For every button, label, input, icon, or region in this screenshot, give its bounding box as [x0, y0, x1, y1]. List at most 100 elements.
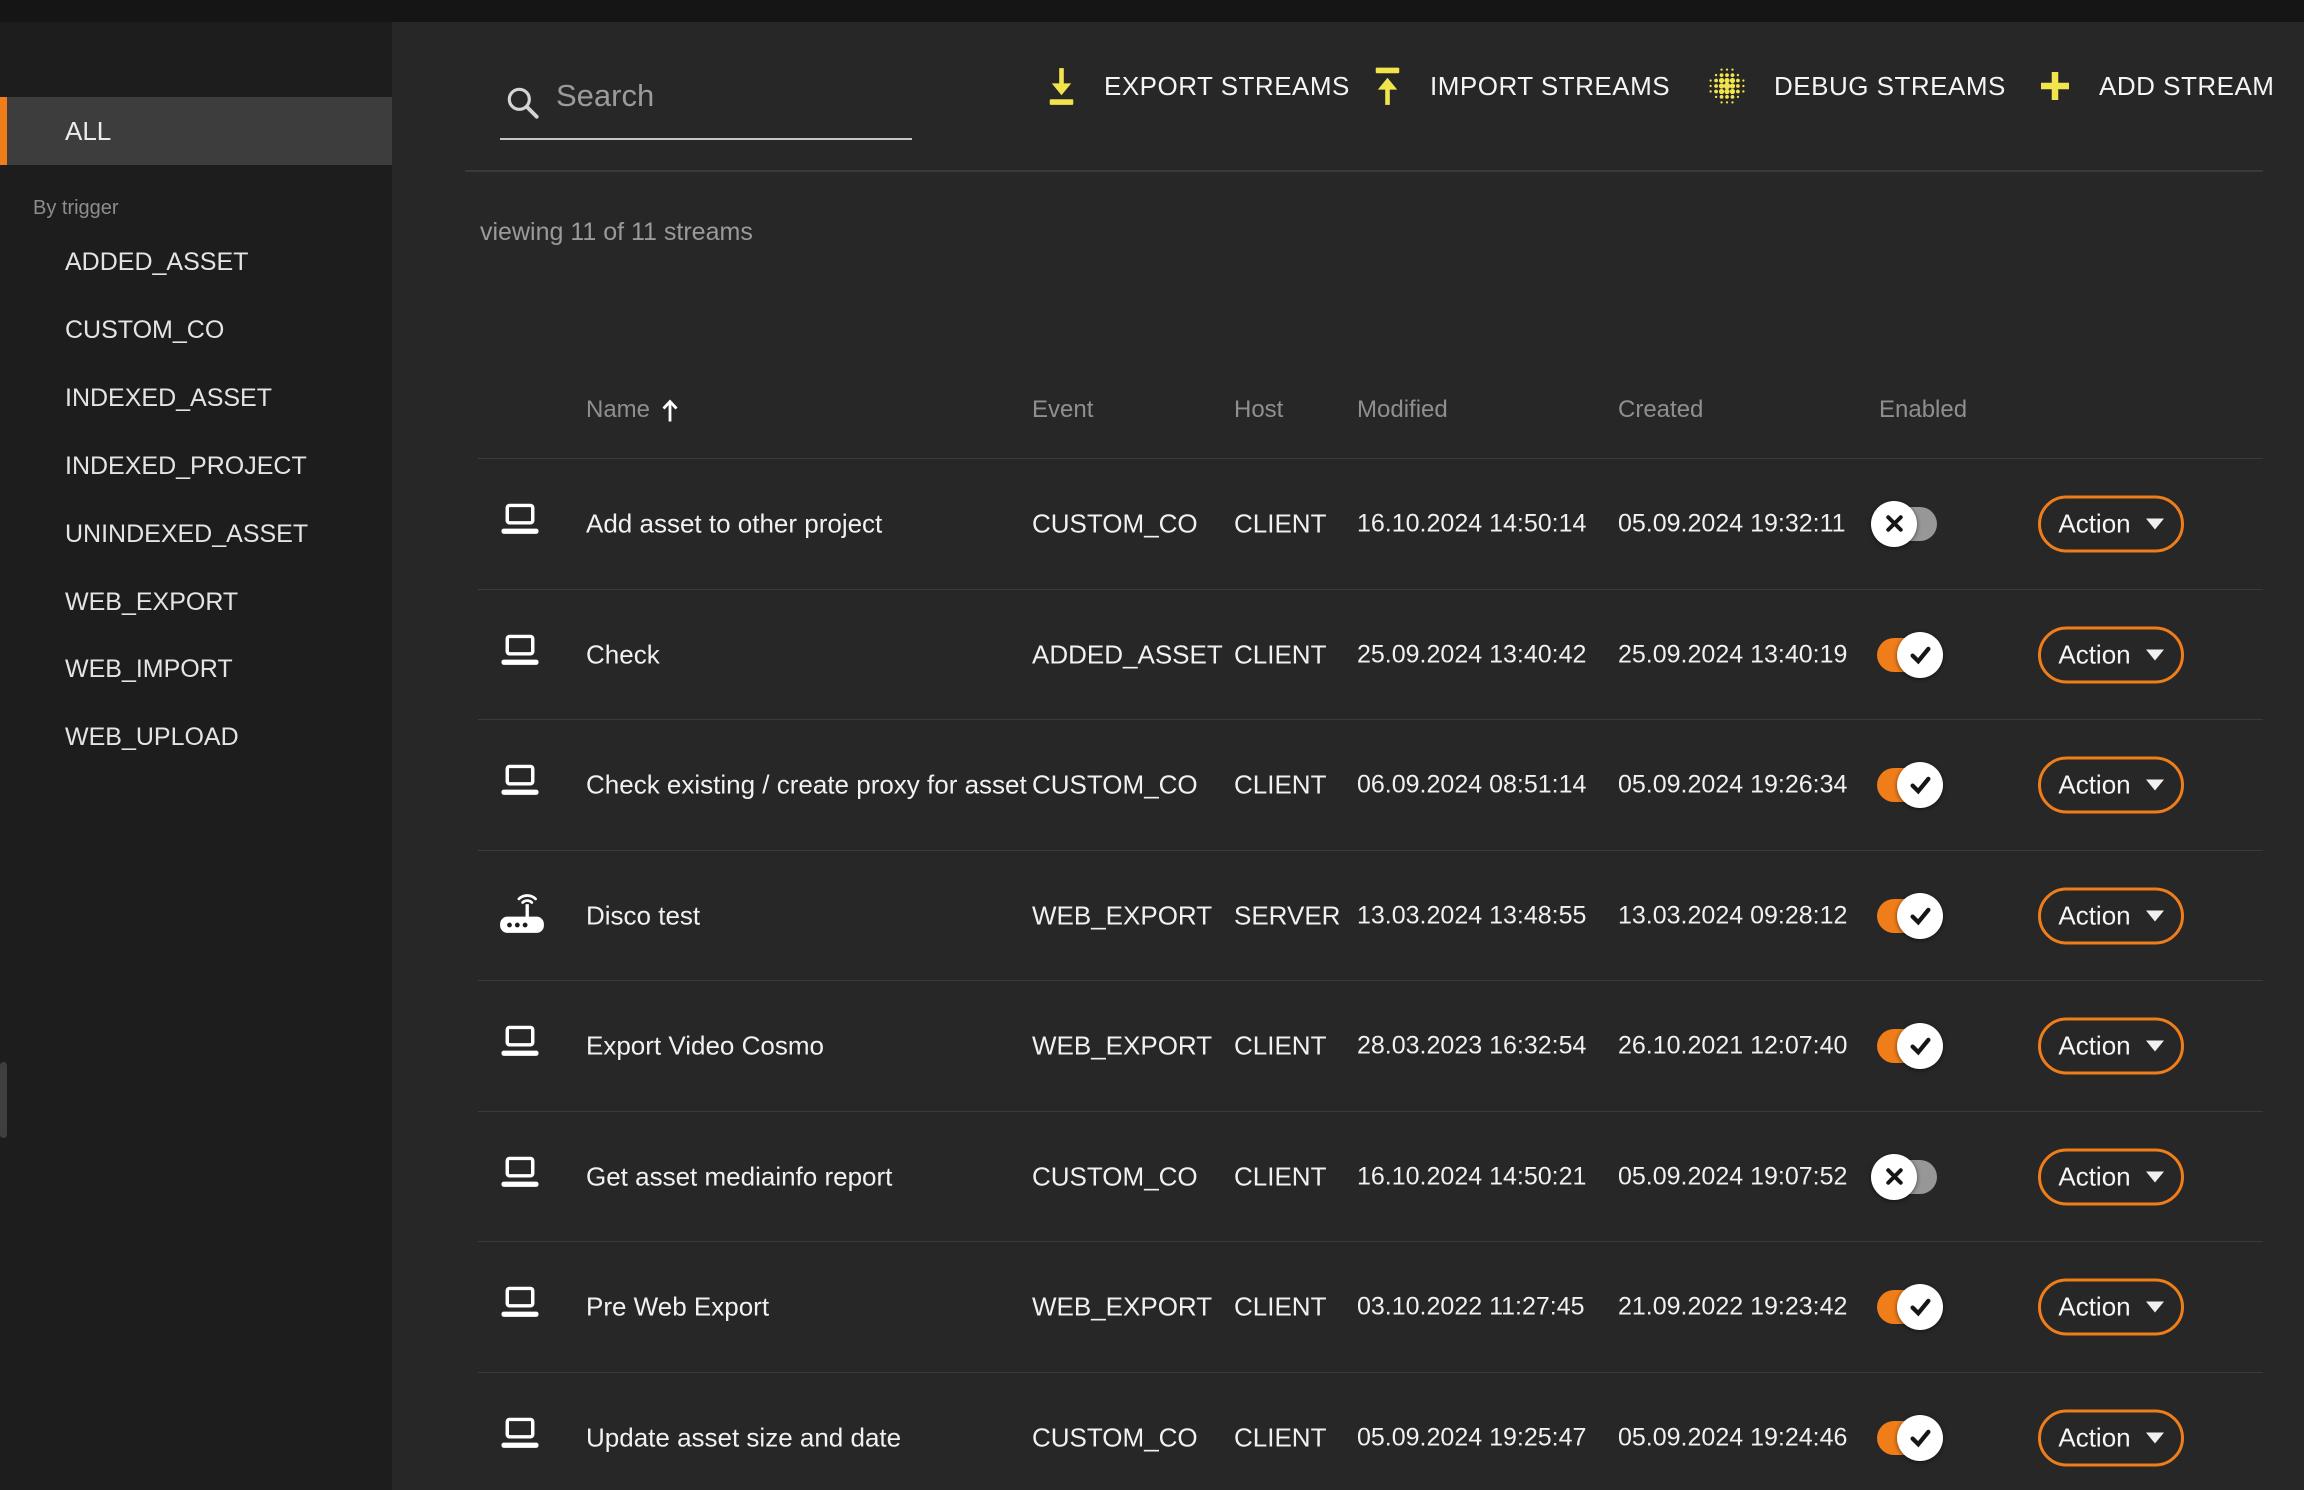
caret-down-icon	[2146, 1432, 2164, 1443]
enabled-toggle[interactable]	[1877, 507, 1937, 541]
upload-icon	[1371, 64, 1404, 109]
stream-name: Get asset mediainfo report	[586, 1161, 892, 1192]
action-button-label: Action	[2058, 769, 2130, 800]
action-button-label: Action	[2058, 1422, 2130, 1453]
action-button-label: Action	[2058, 1161, 2130, 1192]
sidebar-item-web_export[interactable]: WEB_EXPORT	[65, 585, 238, 619]
action-button-label: Action	[2058, 1291, 2130, 1322]
enabled-toggle[interactable]	[1877, 1421, 1937, 1455]
action-button[interactable]: Action	[2038, 1278, 2184, 1335]
table-row: Add asset to other projectCUSTOM_COCLIEN…	[392, 458, 2304, 589]
stream-name: Check	[586, 639, 660, 670]
enabled-cell	[1877, 1421, 1937, 1455]
sidebar-item-indexed_asset[interactable]: INDEXED_ASSET	[65, 381, 272, 415]
sidebar-item-web_import[interactable]: WEB_IMPORT	[65, 652, 233, 686]
stream-host: CLIENT	[1234, 508, 1326, 539]
sidebar-scrollbar-thumb[interactable]	[0, 1062, 7, 1138]
action-button[interactable]: Action	[2038, 1409, 2184, 1466]
enabled-toggle[interactable]	[1877, 1160, 1937, 1194]
enabled-toggle[interactable]	[1877, 1290, 1937, 1324]
stream-created: 05.09.2024 19:32:11	[1618, 509, 1846, 538]
column-header-enabled[interactable]: Enabled	[1879, 388, 1967, 432]
stream-event: CUSTOM_CO	[1032, 508, 1198, 539]
check-icon	[1897, 762, 1943, 808]
action-button[interactable]: Action	[2038, 495, 2184, 552]
debug-streams-button[interactable]: DEBUG STREAMS	[1706, 64, 2006, 108]
column-header-host[interactable]: Host	[1234, 388, 1283, 432]
main-content: EXPORT STREAMS IMPORT STREAMS DEBUG STREA…	[392, 22, 2304, 1490]
action-cell: Action	[2038, 887, 2184, 944]
add-stream-button[interactable]: ADD STREAM	[2037, 64, 2274, 108]
table-row: Pre Web ExportWEB_EXPORTCLIENT03.10.2022…	[392, 1241, 2304, 1372]
sidebar-item-added_asset[interactable]: ADDED_ASSET	[65, 245, 248, 279]
stream-host: CLIENT	[1234, 769, 1326, 800]
column-header-modified[interactable]: Modified	[1357, 388, 1448, 432]
enabled-cell	[1877, 899, 1937, 933]
action-button-label: Action	[2058, 639, 2130, 670]
row-divider	[478, 1111, 2263, 1112]
export-streams-button[interactable]: EXPORT STREAMS	[1045, 64, 1350, 108]
caret-down-icon	[2146, 518, 2164, 529]
enabled-cell	[1877, 1160, 1937, 1194]
plus-icon	[2037, 68, 2073, 104]
stream-event: ADDED_ASSET	[1032, 639, 1223, 670]
check-icon	[1897, 1023, 1943, 1069]
stream-event: WEB_EXPORT	[1032, 900, 1212, 931]
action-button[interactable]: Action	[2038, 756, 2184, 813]
action-button[interactable]: Action	[2038, 1017, 2184, 1074]
stream-event: WEB_EXPORT	[1032, 1291, 1212, 1322]
column-header-created[interactable]: Created	[1618, 388, 1703, 432]
laptop-icon	[498, 1415, 542, 1459]
action-cell: Action	[2038, 1409, 2184, 1466]
row-divider	[478, 1372, 2263, 1373]
sidebar-item-unindexed_asset[interactable]: UNINDEXED_ASSET	[65, 517, 308, 551]
check-icon	[1897, 1415, 1943, 1461]
stream-modified: 16.10.2024 14:50:21	[1357, 1162, 1586, 1191]
action-button-label: Action	[2058, 900, 2130, 931]
stream-event: WEB_EXPORT	[1032, 1030, 1212, 1061]
stream-host: CLIENT	[1234, 639, 1326, 670]
toolbar-button-label: EXPORT STREAMS	[1104, 71, 1350, 102]
sidebar-item-all[interactable]: ALL	[0, 97, 392, 165]
sidebar-item-web_upload[interactable]: WEB_UPLOAD	[65, 720, 239, 754]
stream-modified: 03.10.2022 11:27:45	[1357, 1292, 1585, 1321]
stream-event: CUSTOM_CO	[1032, 1161, 1198, 1192]
stream-name: Pre Web Export	[586, 1291, 769, 1322]
enabled-toggle[interactable]	[1877, 638, 1937, 672]
column-header-event[interactable]: Event	[1032, 388, 1093, 432]
enabled-cell	[1877, 507, 1937, 541]
table-row: Get asset mediainfo report CUSTOM_CO CLIEN…	[392, 1111, 2304, 1242]
sidebar-item-custom_co[interactable]: CUSTOM_CO	[65, 313, 224, 347]
sidebar-item-indexed_project[interactable]: INDEXED_PROJECT	[65, 449, 307, 483]
stream-name: Export Video Cosmo	[586, 1030, 824, 1061]
stream-created: 21.09.2022 19:23:42	[1618, 1292, 1847, 1321]
stream-host: CLIENT	[1234, 1161, 1326, 1192]
action-button[interactable]: Action	[2038, 1148, 2184, 1205]
sidebar-item-all-label: ALL	[65, 116, 111, 147]
import-streams-button[interactable]: IMPORT STREAMS	[1371, 64, 1670, 108]
action-button[interactable]: Action	[2038, 887, 2184, 944]
column-header-name[interactable]: Name	[586, 388, 680, 432]
stream-event: CUSTOM_CO	[1032, 1422, 1198, 1453]
enabled-toggle[interactable]	[1877, 768, 1937, 802]
action-cell: Action	[2038, 1278, 2184, 1335]
enabled-toggle[interactable]	[1877, 1029, 1937, 1063]
toolbar-divider	[465, 170, 2263, 172]
row-divider	[478, 980, 2263, 981]
search-input[interactable]	[500, 60, 912, 140]
table-row: Check existing / create proxy for assetC…	[392, 719, 2304, 850]
action-cell: Action	[2038, 626, 2184, 683]
toolbar-button-label: ADD STREAM	[2099, 71, 2274, 102]
action-cell: Action	[2038, 1017, 2184, 1074]
caret-down-icon	[2146, 1301, 2164, 1312]
row-divider	[478, 1241, 2263, 1242]
stream-count-status: viewing 11 of 11 streams	[480, 218, 753, 247]
stream-name: Disco test	[586, 900, 700, 931]
toolbar-button-label: IMPORT STREAMS	[1430, 71, 1670, 102]
caret-down-icon	[2146, 779, 2164, 790]
enabled-toggle[interactable]	[1877, 899, 1937, 933]
router-icon	[498, 890, 546, 941]
laptop-icon	[498, 501, 542, 545]
action-button[interactable]: Action	[2038, 626, 2184, 683]
stream-name: Update asset size and date	[586, 1422, 901, 1453]
